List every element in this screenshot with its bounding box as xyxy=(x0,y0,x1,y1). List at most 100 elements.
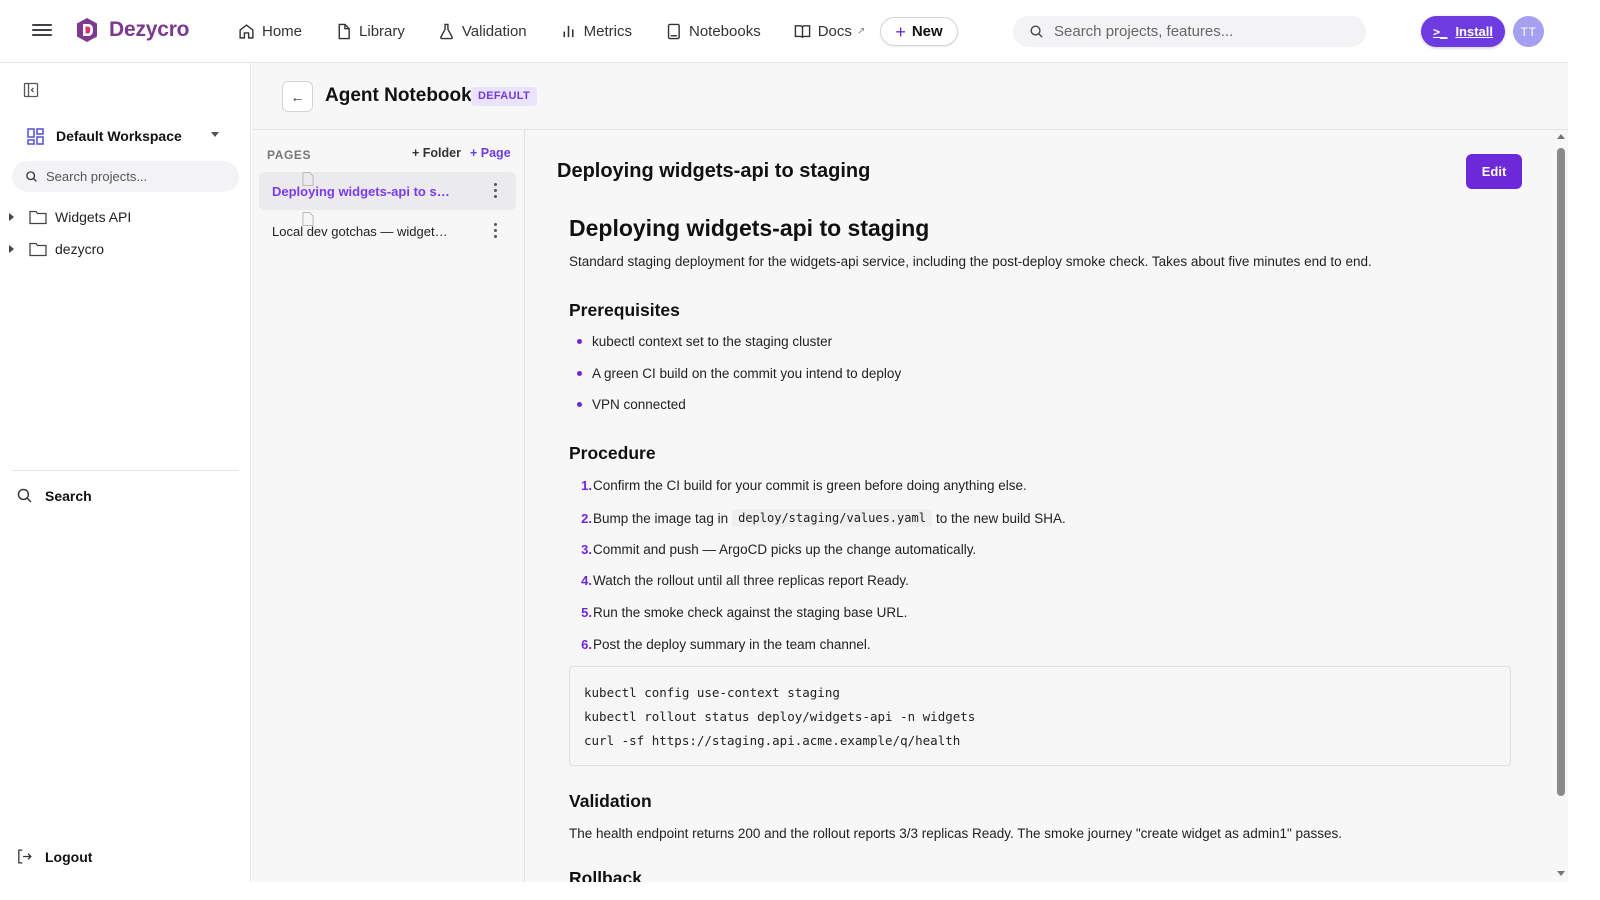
doc-title: Deploying widgets-api to staging xyxy=(569,215,930,241)
folder-icon xyxy=(29,242,47,257)
nav-notebooks[interactable]: Notebooks xyxy=(665,19,761,43)
tree-item-widgets-api[interactable]: Widgets API xyxy=(9,207,131,227)
avatar[interactable]: TT xyxy=(1513,16,1544,47)
list-item: 3. Commit and push — ArgoCD picks up the … xyxy=(569,542,976,557)
caret-right-icon xyxy=(9,213,14,221)
pages-panel: PAGES + Folder + Page Deploying widgets-… xyxy=(252,130,525,882)
edit-button[interactable]: Edit xyxy=(1466,154,1522,189)
tree-item-label: Widgets API xyxy=(55,209,132,225)
nav-metrics-label: Metrics xyxy=(583,22,632,40)
page-item-deploying[interactable]: Deploying widgets-api to staging xyxy=(259,172,516,210)
list-item: 1. Confirm the CI build for your commit i… xyxy=(569,478,1027,493)
code-line: curl -sf https://staging.api.acme.exampl… xyxy=(584,733,961,748)
list-item: VPN connected xyxy=(577,397,686,412)
page-title: Deploying widgets-api to staging xyxy=(272,183,452,199)
nav-home[interactable]: Home xyxy=(238,19,302,43)
brand[interactable]: Dezycro xyxy=(73,16,190,44)
list-item-text: A green CI build on the commit you inten… xyxy=(592,366,902,381)
step-text: Commit and push — ArgoCD picks up the ch… xyxy=(593,542,977,557)
page-heading: Deploying widgets-api to staging xyxy=(557,160,871,182)
nav-docs[interactable]: Docs ↗ xyxy=(794,19,865,43)
pages-label: PAGES xyxy=(267,148,312,162)
brand-name: Dezycro xyxy=(109,18,190,41)
step-text: Run the smoke check against the staging … xyxy=(593,605,908,620)
back-button[interactable]: ← xyxy=(282,81,313,112)
code-line: kubectl config use-context staging xyxy=(584,685,840,700)
chevron-down-icon xyxy=(211,132,219,137)
step-text: Bump the image tag in xyxy=(593,510,729,526)
caret-right-icon xyxy=(9,245,14,253)
flask-icon xyxy=(439,23,453,39)
procedure-heading: Procedure xyxy=(569,443,656,463)
step-text: to the new build SHA. xyxy=(935,510,1066,526)
notebook-icon xyxy=(667,23,680,39)
scroll-up-arrow-icon[interactable] xyxy=(1557,134,1565,139)
plus-icon: + xyxy=(895,21,906,42)
scrollbar[interactable] xyxy=(1554,130,1568,882)
nav-notebooks-label: Notebooks xyxy=(689,22,761,40)
list-item: 4. Watch the rollout until all three repl… xyxy=(569,573,909,588)
list-item: 2. Bump the image tag in deploy/staging/va… xyxy=(569,509,1066,527)
prerequisites-heading: Prerequisites xyxy=(569,300,680,320)
sidebar-divider xyxy=(12,470,239,471)
document-icon xyxy=(302,172,314,186)
logout-label: Logout xyxy=(45,848,93,865)
step-number: 3. xyxy=(581,542,592,557)
search-icon xyxy=(1030,25,1043,38)
top-bar: Dezycro Home Library Validation Metrics … xyxy=(0,0,1568,63)
more-vertical-icon[interactable] xyxy=(494,223,498,239)
add-page-button[interactable]: + Page xyxy=(470,146,511,160)
page-title: Local dev gotchas — widgets-api xyxy=(272,223,452,239)
doc-intro: Standard staging deployment for the widg… xyxy=(569,254,1372,269)
tree-item-dezycro[interactable]: dezycro xyxy=(9,239,104,259)
step-number: 4. xyxy=(581,573,592,588)
list-item-text: kubectl context set to the staging clust… xyxy=(592,334,833,349)
nav-library[interactable]: Library xyxy=(335,19,405,43)
list-item: kubectl context set to the staging clust… xyxy=(577,334,832,349)
step-number: 1. xyxy=(581,478,592,493)
sidebar-search-label: Search xyxy=(45,487,92,504)
page-item-local-dev[interactable]: Local dev gotchas — widgets-api xyxy=(259,212,516,250)
step-number: 2. xyxy=(581,510,592,526)
sidebar: Default Workspace Widgets API dezycro Se… xyxy=(0,63,251,882)
new-button-label: New xyxy=(911,23,943,40)
workspace-selector[interactable]: Default Workspace xyxy=(27,124,222,148)
new-button[interactable]: + New xyxy=(880,17,958,46)
nav-validation[interactable]: Validation xyxy=(438,19,527,43)
nav-docs-label: Docs xyxy=(817,22,852,40)
logout-button[interactable]: Logout xyxy=(16,848,92,865)
project-search-input[interactable] xyxy=(46,169,226,184)
code-line: kubectl rollout status deploy/widgets-ap… xyxy=(584,709,976,724)
project-search[interactable] xyxy=(12,161,239,192)
scrollbar-thumb[interactable] xyxy=(1557,148,1565,796)
nav-metrics[interactable]: Metrics xyxy=(560,19,632,43)
global-search[interactable] xyxy=(1013,16,1366,47)
nav-validation-label: Validation xyxy=(461,22,527,40)
main-nav: Home Library Validation Metrics Notebook… xyxy=(238,19,898,43)
collapse-sidebar-icon[interactable] xyxy=(23,82,39,98)
nav-library-label: Library xyxy=(359,22,405,40)
step-text: Watch the rollout until all three replic… xyxy=(593,573,909,588)
sidebar-search[interactable]: Search xyxy=(16,487,92,504)
notebook-title: Agent Notebook xyxy=(325,85,472,106)
list-item: 6. Post the deploy summary in the team ch… xyxy=(569,637,871,652)
more-vertical-icon[interactable] xyxy=(494,183,498,199)
install-button-label: Install xyxy=(1455,24,1494,39)
scroll-down-arrow-icon[interactable] xyxy=(1557,871,1565,876)
logout-icon xyxy=(18,849,32,864)
validation-heading: Validation xyxy=(569,791,652,811)
nav-home-label: Home xyxy=(262,22,303,40)
search-icon xyxy=(17,488,32,503)
list-item-text: VPN connected xyxy=(592,397,686,412)
add-folder-button[interactable]: + Folder xyxy=(412,146,461,160)
document-icon xyxy=(302,212,314,226)
menu-icon[interactable] xyxy=(32,21,52,41)
page-content: Deploying widgets-api to staging Edit De… xyxy=(526,130,1568,882)
global-search-input[interactable] xyxy=(1054,23,1344,40)
folder-icon xyxy=(29,210,47,225)
terminal-icon: >_ xyxy=(1432,24,1448,39)
bar-chart-icon xyxy=(563,25,574,37)
step-number: 5. xyxy=(581,605,592,620)
list-item: A green CI build on the commit you inten… xyxy=(577,366,901,381)
install-button[interactable]: >_ Install xyxy=(1421,16,1505,47)
